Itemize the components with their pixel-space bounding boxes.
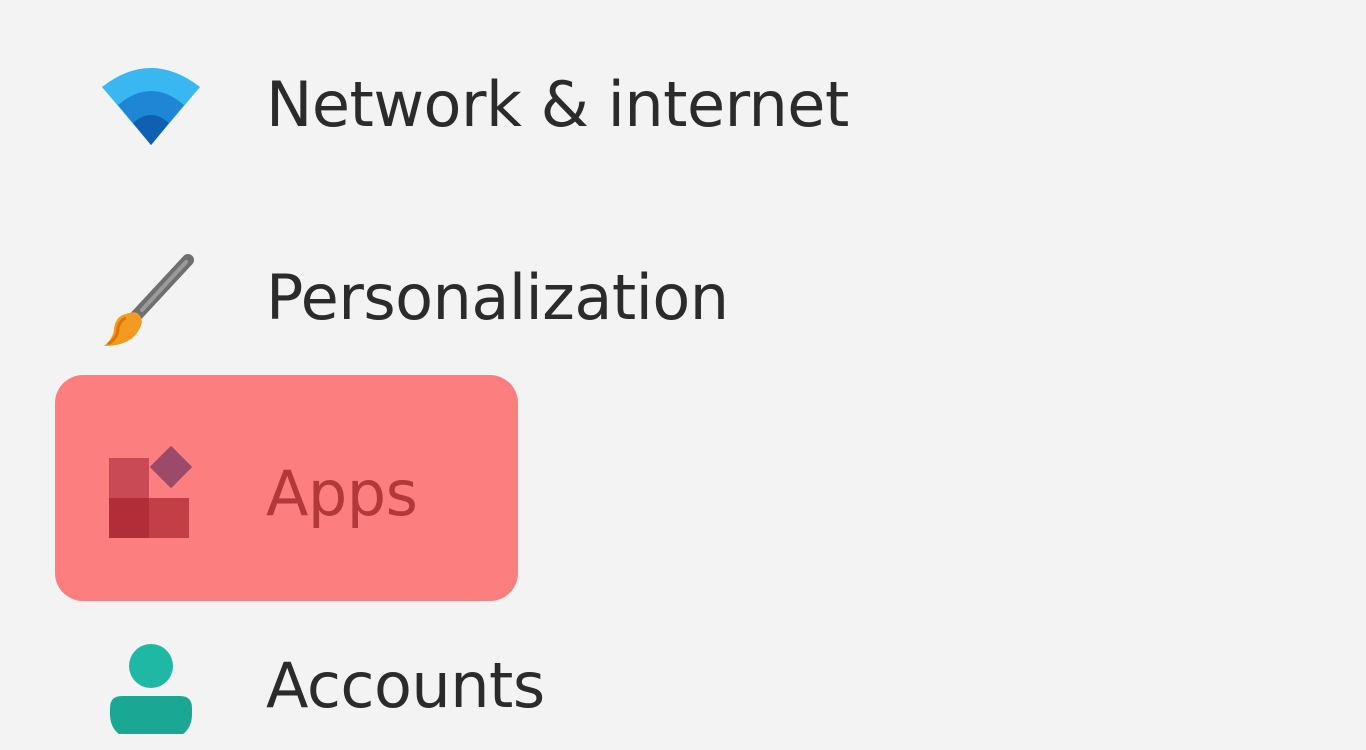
sidebar-item-label: Personalization xyxy=(266,261,729,334)
sidebar-item-accounts[interactable]: Accounts xyxy=(0,626,900,746)
sidebar-item-label: Accounts xyxy=(266,649,545,722)
sidebar-item-apps[interactable]: Apps xyxy=(0,434,900,554)
sidebar-item-network-internet[interactable]: Network & internet xyxy=(0,45,900,165)
wifi-icon xyxy=(96,57,206,153)
paintbrush-icon xyxy=(96,250,206,346)
sidebar-item-personalization[interactable]: Personalization xyxy=(0,238,900,358)
sidebar-item-label: Apps xyxy=(266,457,418,530)
person-icon xyxy=(96,638,206,734)
settings-sidebar-nav: Network & internet Personalization Apps xyxy=(0,0,1366,750)
apps-icon xyxy=(96,446,206,542)
sidebar-item-label: Network & internet xyxy=(266,68,849,141)
